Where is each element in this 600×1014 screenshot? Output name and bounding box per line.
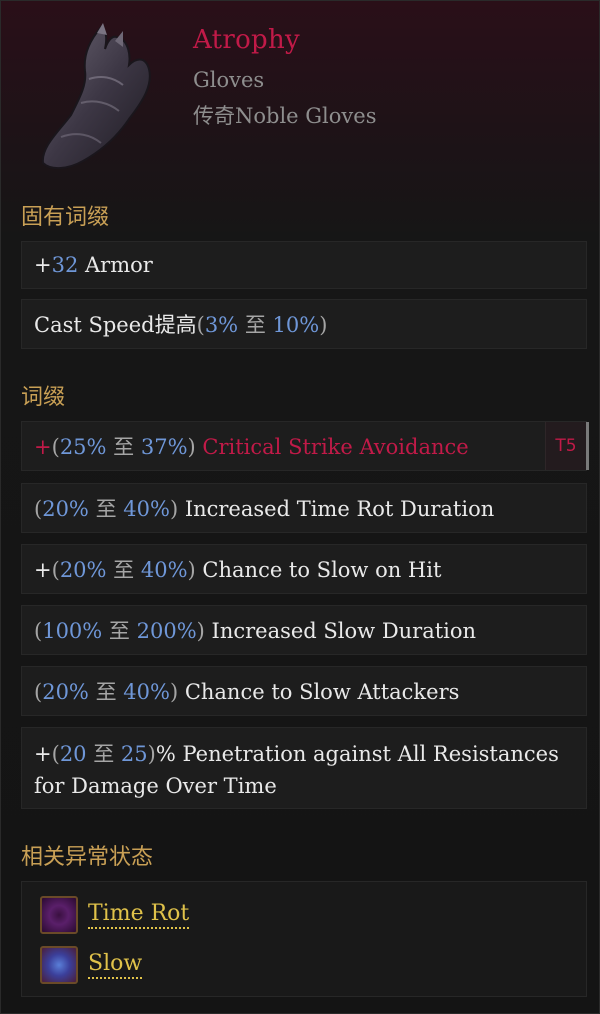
range-min: 100% [42, 619, 103, 643]
range-max: 40% [123, 497, 170, 521]
ailments-section-title: 相关异常状态 [21, 845, 154, 870]
affix-text: Chance to Slow on Hit [195, 558, 442, 582]
tier-badge: T5 [545, 422, 586, 470]
range-close: ) [187, 558, 196, 582]
affix-row-critical-strike-avoidance: +(25% 至 37%) Critical Strike Avoidance T… [21, 421, 589, 471]
range-max: 40% [140, 558, 188, 582]
range-separator: 至 [86, 742, 121, 766]
range-open: ( [51, 435, 60, 459]
affix-row-slow-duration: (100% 至 200%) Increased Slow Duration [21, 605, 587, 655]
ailment-slow[interactable]: Slow [40, 946, 143, 984]
item-name: Atrophy [193, 25, 301, 55]
range-close: ) [147, 742, 156, 766]
range-max: 10% [272, 313, 320, 337]
affix-row-time-rot-duration: (20% 至 40%) Increased Time Rot Duration [21, 483, 587, 533]
affix-text: Cast Speed提高 [34, 313, 197, 337]
range-min: 20% [42, 680, 89, 704]
range-close: ) [196, 619, 205, 643]
affix-text: Critical Strike Avoidance [195, 435, 469, 459]
slow-icon [40, 946, 78, 984]
affix-text: Chance to Slow Attackers [178, 680, 460, 704]
range-min: 20% [42, 497, 89, 521]
affix-section-title: 词缀 [21, 385, 66, 410]
range-open: ( [51, 558, 60, 582]
range-min: 20 [59, 742, 87, 766]
range-close: ) [187, 435, 196, 459]
affix-row-slow-on-hit: +(20% 至 40%) Chance to Slow on Hit [21, 544, 587, 594]
affix-text: Increased Slow Duration [204, 619, 477, 643]
affix-prefix: + [34, 558, 52, 582]
gloves-icon [41, 23, 151, 169]
item-header: Atrophy Gloves 传奇Noble Gloves [1, 1, 600, 191]
range-separator: 至 [88, 680, 124, 704]
range-separator: 至 [238, 313, 273, 337]
range-max: 200% [136, 619, 197, 643]
range-separator: 至 [106, 435, 141, 459]
range-min: 20% [59, 558, 107, 582]
implicit-row-armor: +32 Armor [21, 241, 587, 289]
ailment-time-rot[interactable]: Time Rot [40, 896, 190, 934]
affix-text: Increased Time Rot Duration [178, 497, 495, 521]
range-close: ) [319, 313, 328, 337]
affix-row-dot-penetration: +(20 至 25)% Penetration against All Resi… [21, 727, 587, 809]
time-rot-icon [40, 896, 78, 934]
range-separator: 至 [102, 619, 137, 643]
affix-prefix: + [34, 253, 52, 277]
range-separator: 至 [106, 558, 141, 582]
range-separator: 至 [88, 497, 124, 521]
affix-prefix: + [34, 435, 52, 459]
item-type: Gloves [193, 68, 265, 92]
ailment-link-slow[interactable]: Slow [88, 951, 143, 979]
range-open: ( [34, 619, 43, 643]
range-open: ( [34, 680, 43, 704]
range-min: 25% [59, 435, 107, 459]
implicit-section-title: 固有词缀 [21, 205, 110, 230]
range-open: ( [196, 313, 205, 337]
affix-row-slow-attackers: (20% 至 40%) Chance to Slow Attackers [21, 666, 587, 716]
affix-text: Armor [78, 253, 153, 277]
ailments-list: Time Rot Slow [21, 881, 587, 997]
range-open: ( [51, 742, 60, 766]
range-open: ( [34, 497, 43, 521]
range-max: 37% [140, 435, 188, 459]
item-base-type: 传奇Noble Gloves [193, 104, 377, 128]
implicit-row-cast-speed: Cast Speed提高(3% 至 10%) [21, 299, 587, 349]
item-tooltip: Atrophy Gloves 传奇Noble Gloves 固有词缀 +32 A… [0, 0, 600, 1014]
range-close: ) [169, 680, 179, 704]
range-close: ) [169, 497, 179, 521]
affix-prefix: + [34, 742, 52, 766]
range-max: 25 [120, 742, 148, 766]
range-min: 3% [204, 313, 239, 337]
affix-value: 32 [51, 253, 79, 277]
range-max: 40% [123, 680, 170, 704]
ailment-link-time-rot[interactable]: Time Rot [88, 901, 190, 929]
tier-edge [586, 422, 589, 470]
